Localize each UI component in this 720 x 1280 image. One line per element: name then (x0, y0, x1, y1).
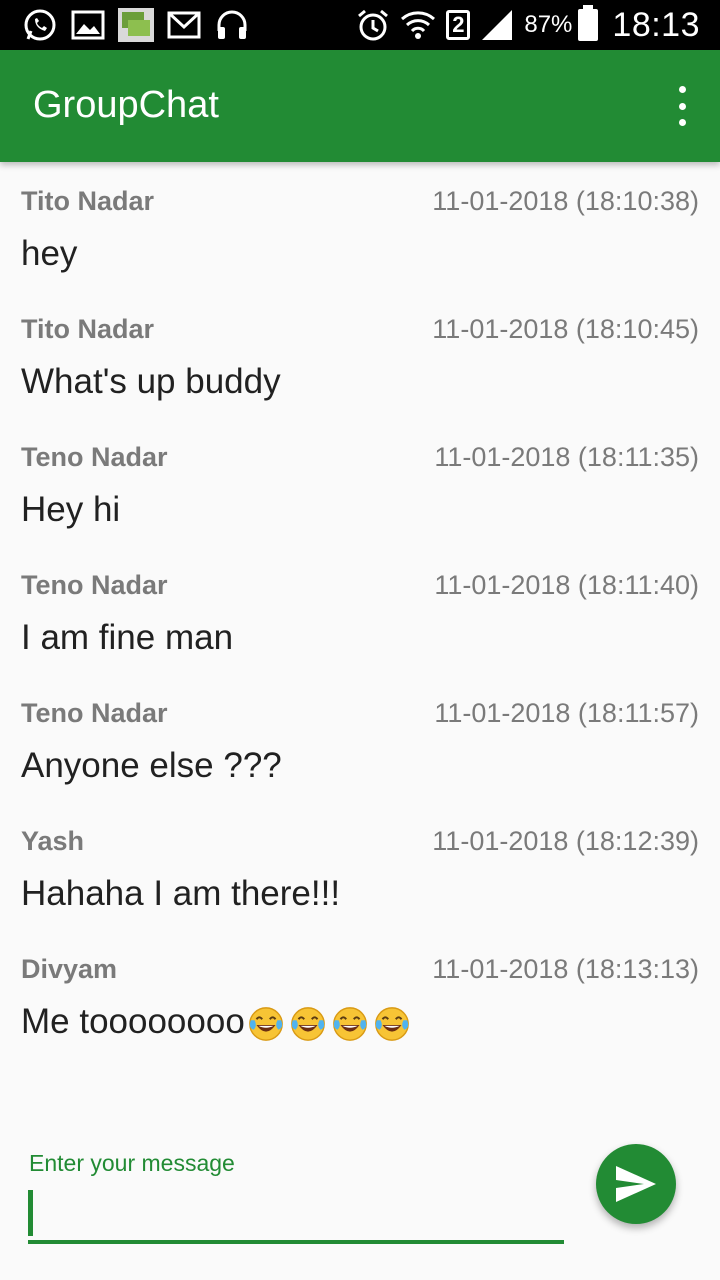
signal-icon (480, 10, 514, 40)
message-input-label: Enter your message (29, 1150, 235, 1176)
status-clock: 18:13 (612, 5, 700, 44)
send-icon (616, 1166, 656, 1202)
emoji-group (247, 1005, 415, 1043)
sim-slot-number: 2 (446, 10, 471, 40)
message-sender: Tito Nadar (21, 186, 155, 216)
message-text-with-emoji: Me toooooooo (21, 1002, 415, 1043)
message-timestamp: 11-01-2018 (18:11:57) (434, 698, 699, 728)
sim-2-icon: 2 (446, 10, 471, 40)
message-composer: Enter your message (0, 1120, 720, 1280)
overflow-menu-icon[interactable] (670, 86, 694, 126)
wifi-icon (400, 9, 436, 41)
app-title: GroupChat (33, 84, 219, 126)
message-list[interactable]: Tito Nadar 11-01-2018 (18:10:38) hey Tit… (0, 162, 720, 1102)
battery-icon (578, 5, 599, 41)
battery-percent: 87% (524, 11, 573, 38)
gallery-icon (70, 7, 106, 43)
system-icons: 2 87% 18:13 (346, 0, 700, 50)
message-text: Hahaha I am there!!! (21, 874, 341, 913)
app-bar: GroupChat (0, 50, 720, 162)
message-text: hey (21, 234, 78, 273)
message-text: Anyone else ??? (21, 746, 282, 785)
message-item: Tito Nadar 11-01-2018 (18:10:45) What's … (0, 290, 720, 418)
tears-of-joy-emoji (290, 1006, 325, 1041)
status-bar: 2 87% 18:13 (0, 0, 720, 50)
message-sender: Teno Nadar (21, 698, 168, 728)
chat-bubble-icon (118, 7, 154, 43)
message-timestamp: 11-01-2018 (18:10:38) (432, 186, 699, 216)
tears-of-joy-emoji (374, 1006, 409, 1041)
message-timestamp: 11-01-2018 (18:12:39) (432, 826, 699, 856)
message-item: Tito Nadar 11-01-2018 (18:10:38) hey (0, 162, 720, 290)
message-sender: Tito Nadar (21, 314, 155, 344)
message-timestamp: 11-01-2018 (18:10:45) (432, 314, 699, 344)
tears-of-joy-emoji (332, 1006, 367, 1041)
gmail-icon (166, 7, 202, 43)
message-input[interactable] (28, 1186, 564, 1244)
message-text: I am fine man (21, 618, 234, 657)
headset-icon (214, 7, 250, 43)
message-text: What's up buddy (21, 362, 281, 401)
message-timestamp: 11-01-2018 (18:11:35) (434, 442, 699, 472)
menu-dot (678, 102, 686, 110)
message-text: Hey hi (21, 490, 121, 529)
message-sender: Yash (21, 826, 85, 856)
message-text: Me toooooooo (21, 1002, 245, 1041)
message-timestamp: 11-01-2018 (18:13:13) (432, 954, 699, 984)
text-cursor (28, 1190, 33, 1236)
message-item: Teno Nadar 11-01-2018 (18:11:35) Hey hi (0, 418, 720, 546)
tears-of-joy-emoji (248, 1006, 283, 1041)
message-sender: Divyam (21, 954, 118, 984)
menu-dot (678, 86, 686, 93)
message-item: Divyam 11-01-2018 (18:13:13) Me tooooooo… (0, 930, 720, 1058)
whatsapp-icon (22, 7, 58, 43)
message-item: Teno Nadar 11-01-2018 (18:11:57) Anyone … (0, 674, 720, 802)
message-sender: Teno Nadar (21, 442, 168, 472)
send-button[interactable] (596, 1144, 676, 1224)
message-timestamp: 11-01-2018 (18:11:40) (434, 570, 699, 600)
message-item: Teno Nadar 11-01-2018 (18:11:40) I am fi… (0, 546, 720, 674)
message-sender: Teno Nadar (21, 570, 168, 600)
notification-icons (22, 7, 262, 43)
alarm-icon (356, 8, 390, 42)
menu-dot (678, 119, 686, 126)
message-item: Yash 11-01-2018 (18:12:39) Hahaha I am t… (0, 802, 720, 930)
